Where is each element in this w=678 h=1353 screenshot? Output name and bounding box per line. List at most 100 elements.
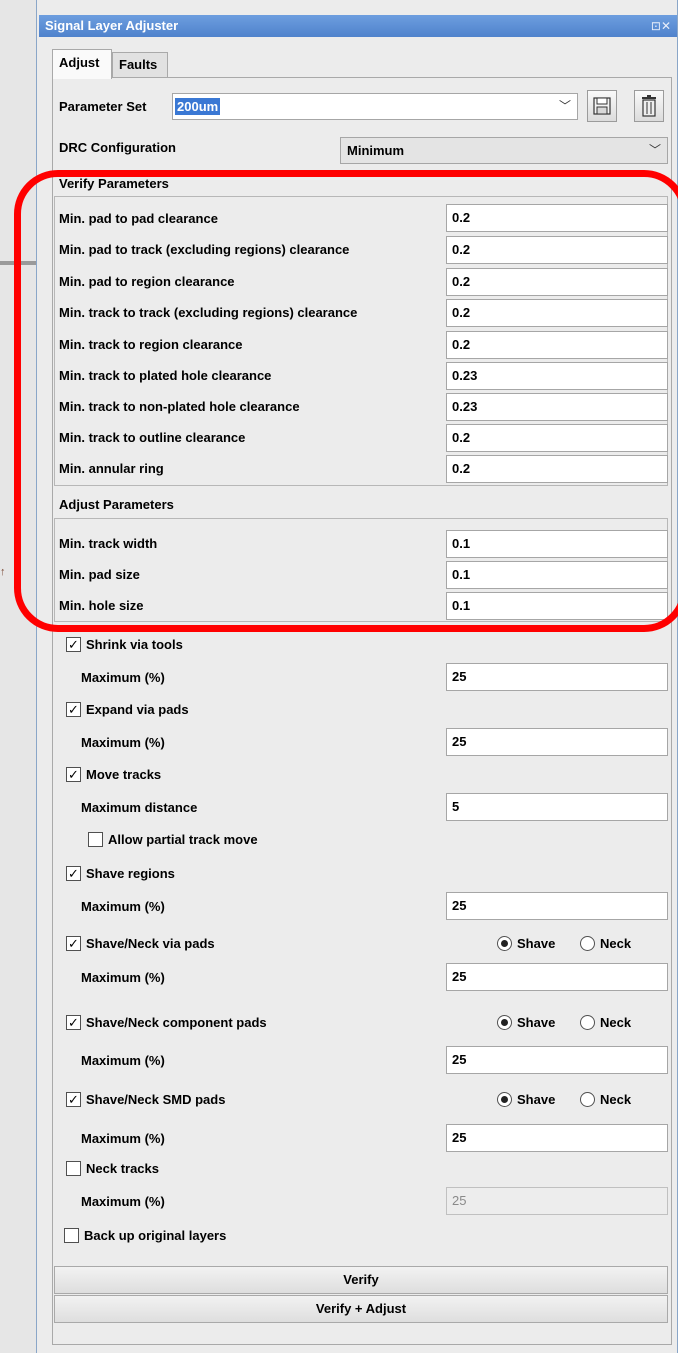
radio-selected-icon (497, 1092, 512, 1107)
neck-tracks-label: Neck tracks (86, 1161, 159, 1176)
verify-row-value[interactable]: 0.23 (446, 393, 668, 421)
shave-via-pads-radio-neck[interactable]: Neck (580, 936, 631, 951)
shave-regions-max-input[interactable]: 25 (446, 892, 668, 920)
verify-row-label: Min. pad to region clearance (59, 274, 235, 289)
trash-icon (642, 95, 656, 117)
checkmark-icon: ✓ (66, 702, 81, 717)
verify-adjust-button[interactable]: Verify + Adjust (54, 1295, 668, 1323)
verify-row-label: Min. track to track (excluding regions) … (59, 305, 358, 320)
radio-neck-label: Neck (600, 1015, 632, 1030)
shave-smd-pads-radio-shave[interactable]: Shave (497, 1092, 555, 1107)
verify-row-value[interactable]: 0.2 (446, 424, 668, 452)
adjust-row-value[interactable]: 0.1 (446, 561, 668, 589)
adjust-row-label: Min. pad size (59, 567, 140, 582)
shave-neck-component-pads-checkbox[interactable]: ✓ Shave/Neck component pads (66, 1015, 267, 1030)
shave-smd-pads-radio-neck[interactable]: Neck (580, 1092, 631, 1107)
verify-row-label: Min. track to region clearance (59, 337, 243, 352)
shrink-via-tools-label: Shrink via tools (86, 637, 183, 652)
move-tracks-label: Move tracks (86, 767, 162, 782)
parameter-set-combo[interactable]: 200um ﹀ (172, 93, 578, 120)
checkmark-icon: ✓ (66, 936, 81, 951)
radio-unselected-icon (580, 1015, 595, 1030)
chevron-down-icon: ﹀ (558, 99, 571, 113)
tab-adjust[interactable]: Adjust (52, 49, 112, 79)
shave-neck-via-pads-checkbox[interactable]: ✓ Shave/Neck via pads (66, 936, 215, 951)
background-arrow-icon: ↑ (0, 566, 6, 578)
adjust-row-value[interactable]: 0.1 (446, 530, 668, 558)
verify-row-value[interactable]: 0.2 (446, 455, 668, 483)
move-tracks-max-input[interactable]: 5 (446, 793, 668, 821)
delete-button[interactable] (634, 90, 664, 122)
shave-neck-smd-pads-checkbox[interactable]: ✓ Shave/Neck SMD pads (66, 1092, 225, 1107)
drc-configuration-combo[interactable]: Minimum ﹀ (340, 137, 668, 164)
radio-unselected-icon (580, 936, 595, 951)
panel-title: Signal Layer Adjuster (45, 18, 179, 33)
adjust-parameters-title: Adjust Parameters (59, 497, 174, 512)
checkbox-empty-icon (66, 1161, 81, 1176)
move-tracks-checkbox[interactable]: ✓ Move tracks (66, 767, 161, 782)
tab-faults[interactable]: Faults (112, 52, 168, 77)
adjust-row-value[interactable]: 0.1 (446, 592, 668, 620)
verify-row-label: Min. track to non-plated hole clearance (59, 399, 300, 414)
shave-component-pads-max-input[interactable]: 25 (446, 1046, 668, 1074)
radio-shave-label: Shave (517, 1015, 556, 1030)
radio-neck-label: Neck (600, 1092, 632, 1107)
verify-button[interactable]: Verify (54, 1266, 668, 1294)
panel-title-bar: Signal Layer Adjuster ⊡✕ (39, 15, 677, 37)
expand-via-pads-max-label: Maximum (%) (81, 735, 165, 750)
shave-neck-component-pads-label: Shave/Neck component pads (86, 1015, 267, 1030)
shrink-via-tools-max-input[interactable]: 25 (446, 663, 668, 691)
verify-row-value[interactable]: 0.2 (446, 204, 668, 232)
allow-partial-track-move-checkbox[interactable]: Allow partial track move (88, 832, 258, 847)
verify-row-value[interactable]: 0.2 (446, 268, 668, 296)
shrink-via-tools-max-label: Maximum (%) (81, 670, 165, 685)
verify-parameters-title: Verify Parameters (59, 176, 169, 191)
verify-row-label: Min. track to outline clearance (59, 430, 246, 445)
adjust-row-label: Min. track width (59, 536, 158, 551)
shave-neck-via-pads-label: Shave/Neck via pads (86, 936, 215, 951)
backup-layers-checkbox[interactable]: Back up original layers (64, 1228, 226, 1243)
shave-via-pads-max-input[interactable]: 25 (446, 963, 668, 991)
verify-row-value[interactable]: 0.2 (446, 331, 668, 359)
verify-row-label: Min. pad to pad clearance (59, 211, 218, 226)
verify-row-value[interactable]: 0.2 (446, 299, 668, 327)
checkmark-icon: ✓ (66, 637, 81, 652)
verify-row-value[interactable]: 0.2 (446, 236, 668, 264)
radio-shave-label: Shave (517, 936, 556, 951)
shave-regions-checkbox[interactable]: ✓ Shave regions (66, 866, 175, 881)
checkmark-icon: ✓ (66, 1015, 81, 1030)
verify-row-label: Min. pad to track (excluding regions) cl… (59, 242, 350, 257)
radio-selected-icon (497, 936, 512, 951)
allow-partial-track-move-label: Allow partial track move (108, 832, 258, 847)
expand-via-pads-checkbox[interactable]: ✓ Expand via pads (66, 702, 189, 717)
panel-window-controls[interactable]: ⊡✕ (651, 15, 671, 37)
verify-row-value[interactable]: 0.23 (446, 362, 668, 390)
shave-smd-pads-max-input[interactable]: 25 (446, 1124, 668, 1152)
shave-component-pads-radio-shave[interactable]: Shave (497, 1015, 555, 1030)
shave-regions-label: Shave regions (86, 866, 175, 881)
checkmark-icon: ✓ (66, 767, 81, 782)
shave-component-pads-max-label: Maximum (%) (81, 1053, 165, 1068)
shave-via-pads-max-label: Maximum (%) (81, 970, 165, 985)
adjust-row-label: Min. hole size (59, 598, 144, 613)
backup-layers-label: Back up original layers (84, 1228, 227, 1243)
checkmark-icon: ✓ (66, 1092, 81, 1107)
drc-configuration-value: Minimum (347, 143, 405, 158)
shave-neck-smd-pads-label: Shave/Neck SMD pads (86, 1092, 226, 1107)
expand-via-pads-max-input[interactable]: 25 (446, 728, 668, 756)
shave-via-pads-radio-shave[interactable]: Shave (497, 936, 555, 951)
background-divider (0, 261, 36, 265)
checkbox-empty-icon (88, 832, 103, 847)
radio-neck-label: Neck (600, 936, 632, 951)
save-button[interactable] (587, 90, 617, 122)
expand-via-pads-label: Expand via pads (86, 702, 189, 717)
shave-regions-max-label: Maximum (%) (81, 899, 165, 914)
shave-component-pads-radio-neck[interactable]: Neck (580, 1015, 631, 1030)
checkmark-icon: ✓ (66, 866, 81, 881)
radio-shave-label: Shave (517, 1092, 556, 1107)
neck-tracks-max-input[interactable]: 25 (446, 1187, 668, 1215)
neck-tracks-checkbox[interactable]: Neck tracks (66, 1161, 159, 1176)
shave-smd-pads-max-label: Maximum (%) (81, 1131, 165, 1146)
parameter-set-label: Parameter Set (59, 99, 147, 114)
shrink-via-tools-checkbox[interactable]: ✓ Shrink via tools (66, 637, 183, 652)
